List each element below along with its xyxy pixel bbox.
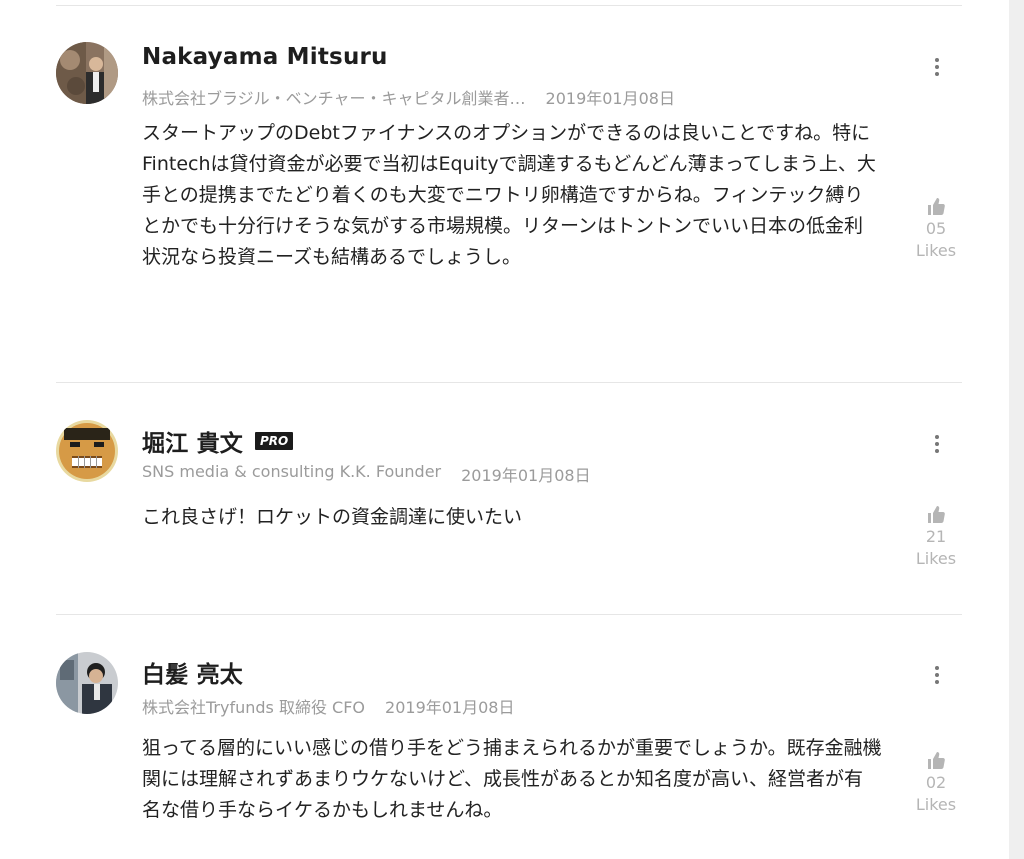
avatar[interactable]	[56, 420, 118, 482]
more-options-button[interactable]	[926, 660, 948, 690]
likes-count: 05	[925, 219, 947, 238]
divider	[56, 382, 962, 383]
comment-body: これ良さげ！ロケットの資金調達に使いたい	[142, 506, 523, 528]
more-vertical-icon-dot	[935, 442, 939, 446]
more-vertical-icon-dot	[935, 666, 939, 670]
likes-count: 02	[925, 773, 947, 792]
divider	[56, 614, 962, 615]
scrollbar-track[interactable]	[1009, 0, 1024, 859]
thumbs-up-icon	[928, 198, 945, 215]
commenter-name[interactable]: Nakayama Mitsuru	[142, 44, 388, 70]
likes-label: Likes	[915, 549, 957, 568]
likes-label: Likes	[915, 241, 957, 260]
avatar-image-nakayama	[56, 42, 118, 104]
more-vertical-icon-dot	[935, 449, 939, 453]
comment-meta: SNS media & consulting K.K. Founder 2019…	[142, 462, 591, 486]
likes-label: Likes	[915, 795, 957, 814]
commenter-name[interactable]: 白髪 亮太	[142, 655, 243, 689]
pro-badge: PRO	[255, 432, 294, 450]
more-options-button[interactable]	[926, 429, 948, 459]
avatar[interactable]	[56, 652, 118, 714]
commenter-affiliation: 株式会社ブラジル・ベンチャー・キャピタル創業者…	[142, 89, 526, 108]
comment-body: スタートアップのDebtファイナンスのオプションができるのは良いことですね。特に…	[142, 122, 876, 268]
more-options-button[interactable]	[926, 52, 948, 82]
commenter-affiliation: 株式会社Tryfunds 取締役 CFO	[142, 698, 366, 717]
comment-date: 2019年01月08日	[461, 466, 591, 485]
divider	[56, 5, 962, 6]
comments-panel: Nakayama Mitsuru 株式会社ブラジル・ベンチャー・キャピタル創業者…	[0, 0, 1009, 859]
like-button[interactable]: 02 Likes	[906, 750, 966, 816]
more-vertical-icon-dot	[935, 673, 939, 677]
like-button[interactable]: 05 Likes	[906, 196, 966, 262]
more-vertical-icon-dot	[935, 58, 939, 62]
commenter-name[interactable]: 堀江 貴文	[142, 424, 243, 458]
avatar[interactable]	[56, 42, 118, 104]
comment-date: 2019年01月08日	[545, 89, 675, 108]
comment-header: Nakayama Mitsuru	[142, 44, 388, 70]
likes-count: 21	[925, 527, 947, 546]
comment-meta: 株式会社ブラジル・ベンチャー・キャピタル創業者… 2019年01月08日	[142, 85, 675, 109]
more-vertical-icon-dot	[935, 72, 939, 76]
avatar-image-shiraga	[56, 652, 118, 714]
more-vertical-icon-dot	[935, 435, 939, 439]
thumbs-up-icon	[928, 506, 945, 523]
avatar-image-horie	[56, 420, 118, 482]
comment-header: 白髪 亮太	[142, 655, 243, 689]
thumbs-up-icon	[928, 752, 945, 769]
comment-meta: 株式会社Tryfunds 取締役 CFO 2019年01月08日	[142, 694, 514, 718]
more-vertical-icon-dot	[935, 680, 939, 684]
commenter-affiliation: SNS media & consulting K.K. Founder	[142, 462, 442, 481]
comment-header: 堀江 貴文 PRO	[142, 424, 294, 458]
comment-date: 2019年01月08日	[385, 698, 515, 717]
more-vertical-icon-dot	[935, 65, 939, 69]
like-button[interactable]: 21 Likes	[906, 504, 966, 570]
comment-body: 狙ってる層的にいい感じの借り手をどう捕まえられるかが重要でしょうか。既存金融機関…	[142, 737, 882, 821]
